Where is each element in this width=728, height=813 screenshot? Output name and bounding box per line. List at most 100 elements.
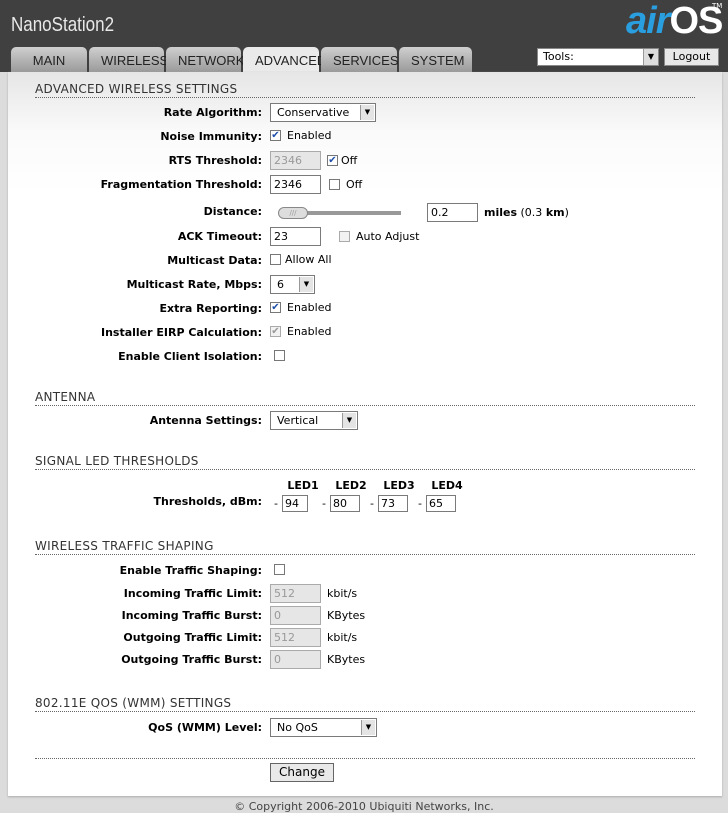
- dash: -: [322, 497, 326, 510]
- dash: -: [274, 497, 278, 510]
- incoming-burst-label: Incoming Traffic Burst:: [121, 609, 262, 622]
- section-antenna-title: ANTENNA: [35, 390, 695, 406]
- copyright-footer: © Copyright 2006-2010 Ubiquiti Networks,…: [234, 800, 494, 813]
- outgoing-burst-input[interactable]: 0: [270, 650, 321, 669]
- led3-group: LED3-73: [370, 479, 418, 512]
- thresholds-label: Thresholds, dBm:: [153, 495, 262, 508]
- outgoing-burst-label: Outgoing Traffic Burst:: [121, 653, 262, 666]
- tab-wireless[interactable]: WIRELESS: [89, 47, 168, 72]
- outgoing-limit-input[interactable]: 512: [270, 628, 321, 647]
- led2-group: LED2-80: [322, 479, 370, 512]
- dash: -: [418, 497, 422, 510]
- auto-adjust-text: Auto Adjust: [356, 230, 420, 243]
- noise-immunity-text: Enabled: [287, 129, 332, 142]
- dash: -: [370, 497, 374, 510]
- antenna-value: Vertical: [277, 414, 319, 427]
- unit: KBytes: [327, 653, 366, 666]
- led2-input[interactable]: 80: [329, 495, 360, 512]
- led3-header: LED3: [383, 479, 415, 492]
- led4-header: LED4: [431, 479, 463, 492]
- rts-off-text: Off: [341, 154, 358, 167]
- header-bar: NanoStation2 airOS TM MAIN WIRELESS NETW…: [0, 0, 728, 72]
- unit: kbit/s: [327, 587, 358, 600]
- device-name: NanoStation2: [11, 14, 115, 36]
- qos-level-label: QoS (WMM) Level:: [148, 721, 262, 734]
- distance-input[interactable]: 0.2: [427, 203, 478, 222]
- enable-shaping-label: Enable Traffic Shaping:: [119, 564, 262, 577]
- logout-button[interactable]: Logout: [664, 48, 719, 66]
- fragmentation-off-checkbox[interactable]: [329, 179, 340, 190]
- change-button[interactable]: Change: [270, 763, 334, 782]
- qos-level-select[interactable]: No QoS ▼: [270, 718, 377, 737]
- tab-services[interactable]: SERVICES: [321, 47, 399, 72]
- ack-timeout-input[interactable]: 23: [270, 227, 321, 246]
- fragmentation-off-text: Off: [346, 178, 363, 191]
- led1-input[interactable]: 94: [281, 495, 308, 512]
- auto-adjust-checkbox[interactable]: [339, 231, 350, 242]
- antenna-select[interactable]: Vertical ▼: [270, 411, 358, 430]
- incoming-limit-label: Incoming Traffic Limit:: [123, 587, 262, 600]
- multicast-rate-value: 6: [277, 278, 284, 291]
- multicast-checkbox[interactable]: [270, 254, 281, 265]
- tab-system[interactable]: SYSTEM: [399, 47, 472, 72]
- multicast-data-label: Multicast Data:: [167, 254, 262, 267]
- extra-reporting-text: Enabled: [287, 301, 332, 314]
- outgoing-limit-label: Outgoing Traffic Limit:: [123, 631, 262, 644]
- tools-label: Tools:: [543, 50, 574, 63]
- led1-group: LED1-94: [274, 479, 322, 512]
- fragmentation-threshold-label: Fragmentation Threshold:: [100, 178, 262, 191]
- rts-off-checkbox[interactable]: ✔: [327, 155, 338, 166]
- rate-algorithm-value: Conservative: [277, 106, 350, 119]
- noise-immunity-label: Noise Immunity:: [160, 130, 262, 143]
- trademark: TM: [712, 2, 723, 10]
- noise-immunity-checkbox[interactable]: ✔: [270, 130, 281, 141]
- chevron-down-icon: ▼: [360, 105, 374, 120]
- rate-algorithm-select[interactable]: Conservative ▼: [270, 103, 376, 122]
- airos-logo: airOS: [626, 0, 723, 42]
- unit: kbit/s: [327, 631, 358, 644]
- rate-algorithm-label: Rate Algorithm:: [163, 106, 262, 119]
- distance-slider[interactable]: ///: [273, 206, 401, 219]
- tools-select[interactable]: Tools: ▼: [537, 48, 659, 66]
- unit: KBytes: [327, 609, 366, 622]
- tab-network[interactable]: NETWORK: [166, 47, 244, 72]
- led2-header: LED2: [335, 479, 367, 492]
- led4-group: LED4-65: [418, 479, 466, 512]
- section-advanced-title: ADVANCED WIRELESS SETTINGS: [35, 82, 695, 98]
- chevron-down-icon: ▼: [361, 720, 375, 735]
- extra-reporting-label: Extra Reporting:: [159, 302, 262, 315]
- tab-advanced[interactable]: ADVANCED: [243, 47, 326, 72]
- rts-threshold-label: RTS Threshold:: [168, 154, 262, 167]
- chevron-down-icon: ▼: [643, 49, 658, 65]
- fragmentation-threshold-input[interactable]: 2346: [270, 175, 321, 194]
- main-tabs: MAIN WIRELESS NETWORK ADVANCED SERVICES …: [11, 47, 472, 72]
- chevron-down-icon: ▼: [299, 277, 313, 292]
- slider-handle[interactable]: ///: [278, 206, 308, 219]
- enable-shaping-checkbox[interactable]: [274, 564, 285, 575]
- chevron-down-icon: ▼: [342, 413, 356, 428]
- tab-main[interactable]: MAIN: [11, 47, 87, 72]
- eirp-label: Installer EIRP Calculation:: [100, 326, 262, 339]
- distance-unit: miles (0.3 km): [484, 206, 569, 219]
- ack-timeout-label: ACK Timeout:: [177, 230, 262, 243]
- section-shaping-title: WIRELESS TRAFFIC SHAPING: [35, 539, 695, 555]
- led1-header: LED1: [287, 479, 319, 492]
- qos-level-value: No QoS: [277, 721, 318, 734]
- eirp-text: Enabled: [287, 325, 332, 338]
- section-qos-title: 802.11E QOS (WMM) SETTINGS: [35, 696, 695, 712]
- multicast-text: Allow All: [285, 253, 332, 266]
- extra-reporting-checkbox[interactable]: ✔: [270, 302, 281, 313]
- eirp-checkbox[interactable]: ✔: [270, 326, 281, 337]
- multicast-rate-select[interactable]: 6 ▼: [270, 275, 315, 294]
- distance-label: Distance:: [203, 205, 262, 218]
- client-isolation-checkbox[interactable]: [274, 350, 285, 361]
- led4-input[interactable]: 65: [425, 495, 456, 512]
- section-led-title: SIGNAL LED THRESHOLDS: [35, 454, 695, 470]
- multicast-rate-label: Multicast Rate, Mbps:: [126, 278, 262, 291]
- incoming-limit-input[interactable]: 512: [270, 584, 321, 603]
- divider: [35, 742, 695, 759]
- incoming-burst-input[interactable]: 0: [270, 606, 321, 625]
- led3-input[interactable]: 73: [377, 495, 408, 512]
- rts-threshold-input[interactable]: 2346: [270, 151, 321, 170]
- client-isolation-label: Enable Client Isolation:: [118, 350, 262, 363]
